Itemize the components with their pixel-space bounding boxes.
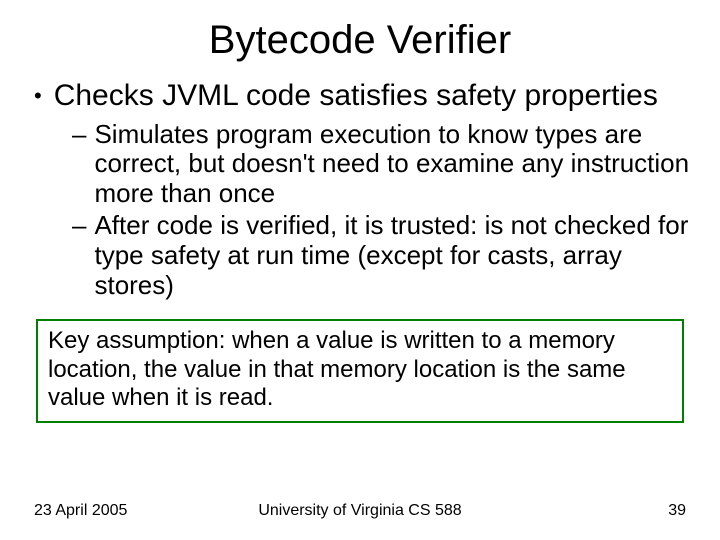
footer-date: 23 April 2005 bbox=[34, 502, 127, 520]
slide-title: Bytecode Verifier bbox=[28, 18, 692, 63]
key-assumption-box: Key assumption: when a value is written … bbox=[36, 319, 684, 423]
sub-bullet-text: Simulates program execution to know type… bbox=[94, 120, 692, 210]
dash-icon: – bbox=[72, 211, 86, 241]
slide: Bytecode Verifier • Checks JVML code sat… bbox=[0, 0, 720, 540]
main-bullet-text: Checks JVML code satisfies safety proper… bbox=[54, 79, 658, 114]
footer-page: 39 bbox=[668, 502, 686, 520]
dash-icon: – bbox=[72, 120, 86, 150]
bullet-dot-icon: • bbox=[34, 79, 42, 113]
sub-bullet: – Simulates program execution to know ty… bbox=[72, 120, 692, 210]
sub-bullet: – After code is verified, it is trusted:… bbox=[72, 211, 692, 301]
footer: 23 April 2005 University of Virginia CS … bbox=[0, 502, 720, 520]
sub-bullet-list: – Simulates program execution to know ty… bbox=[72, 120, 692, 301]
sub-bullet-text: After code is verified, it is trusted: i… bbox=[94, 211, 692, 301]
main-bullet: • Checks JVML code satisfies safety prop… bbox=[34, 79, 692, 114]
key-assumption-text: Key assumption: when a value is written … bbox=[48, 327, 626, 412]
